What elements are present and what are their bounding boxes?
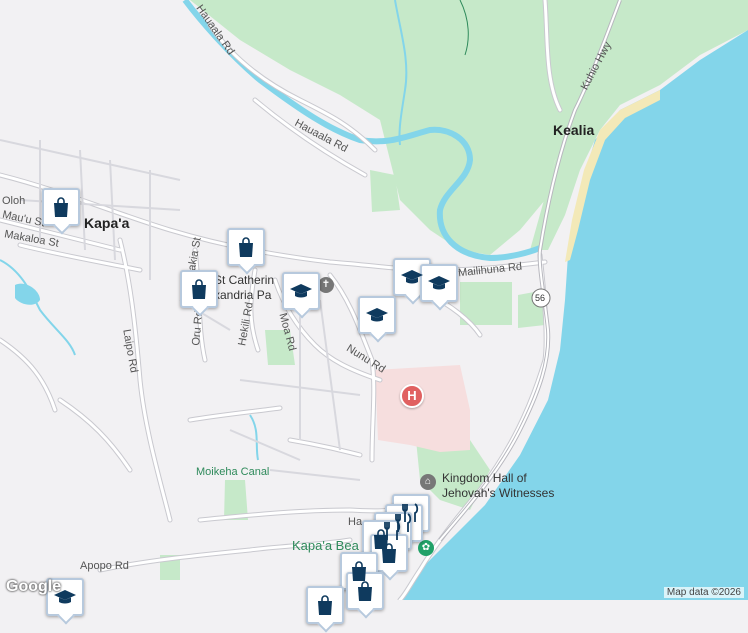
shopping-pin-2[interactable] [227,228,265,266]
hospital-icon[interactable]: H [400,384,424,408]
shopping-bag-icon [382,543,396,563]
shopping-bag-icon [358,581,372,601]
school-pin-4[interactable] [358,296,396,334]
label-kapaa-beach: Kapa'a Bea [292,538,359,553]
beach-park-icon[interactable]: ✿ [418,540,434,556]
shopping-bag-icon [192,279,206,299]
graduation-cap-icon [401,270,423,284]
shopping-pin-3[interactable] [180,270,218,308]
shopping-bag-icon [318,595,332,615]
label-apopo-rd: Apopo Rd [80,560,129,572]
church-icon[interactable]: ✝ [318,277,334,293]
shopping-bag-icon [54,197,68,217]
label-kapaa: Kapa'a [84,215,130,231]
label-church-line1: St Catherin [214,273,275,287]
map-attribution[interactable]: Map data ©2026 [663,587,744,598]
label-ha: Ha [348,516,363,528]
school-pin-1[interactable] [282,272,320,310]
shopping-pin-8[interactable] [306,586,344,624]
shopping-pin-1[interactable] [42,188,80,226]
hospital-grounds [375,365,470,452]
label-moikeha-canal: Moikeha Canal [196,466,270,478]
label-kingdom-hall-2: Jehovah's Witnesses [442,486,555,500]
shopping-bag-icon [239,237,253,257]
label-olohena: Oloh [2,195,26,207]
graduation-cap-icon [290,284,312,298]
label-kealia: Kealia [553,122,595,138]
graduation-cap-icon [54,590,76,604]
graduation-cap-icon [366,308,388,322]
school-pin-3[interactable] [420,264,458,302]
label-kingdom-hall-1: Kingdom Hall of [442,471,527,485]
label-church-line2: xandria Pa [214,288,272,302]
label-hwy-56: 56 [535,293,546,303]
place-of-worship-icon[interactable]: ⌂ [420,474,436,490]
graduation-cap-icon [428,276,450,290]
